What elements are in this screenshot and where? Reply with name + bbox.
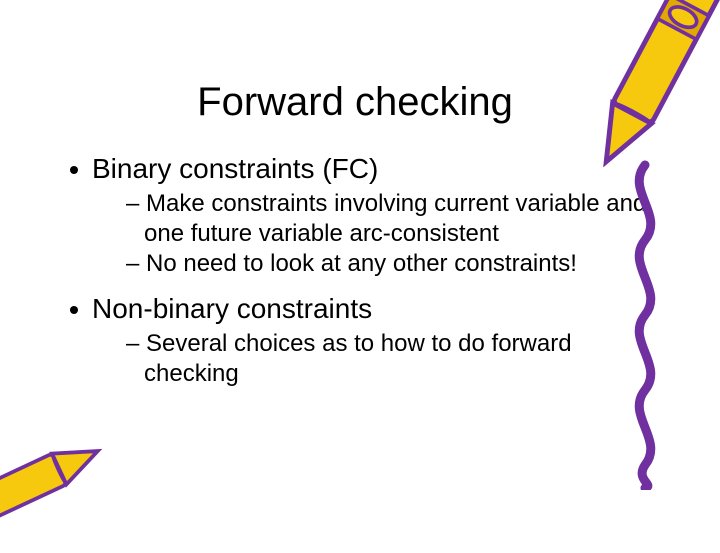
- list-item: – No need to look at any other constrain…: [126, 249, 660, 279]
- sub-list: – Several choices as to how to do forwar…: [126, 329, 660, 389]
- sub-bullet-text: Several choices as to how to do forward …: [144, 330, 572, 387]
- bullet-dot-icon: [70, 306, 78, 314]
- list-item: Binary constraints (FC): [70, 153, 660, 185]
- bullet-text: Non-binary constraints: [92, 293, 372, 325]
- bullet-list: Binary constraints (FC) – Make constrain…: [50, 153, 660, 389]
- sub-bullet-text: Make constraints involving current varia…: [144, 190, 646, 247]
- sub-bullet-text: No need to look at any other constraints…: [146, 250, 577, 277]
- list-item: Non-binary constraints: [70, 293, 660, 325]
- crayon-icon: [0, 417, 117, 552]
- slide-title: Forward checking: [50, 80, 660, 125]
- bullet-text: Binary constraints (FC): [92, 153, 378, 185]
- list-item: – Make constraints involving current var…: [126, 189, 660, 249]
- squiggle-stroke-icon: [620, 160, 670, 490]
- sub-list: – Make constraints involving current var…: [126, 189, 660, 279]
- slide-container: Forward checking Binary constraints (FC)…: [0, 0, 720, 540]
- bullet-dot-icon: [70, 166, 78, 174]
- list-item: – Several choices as to how to do forwar…: [126, 329, 660, 389]
